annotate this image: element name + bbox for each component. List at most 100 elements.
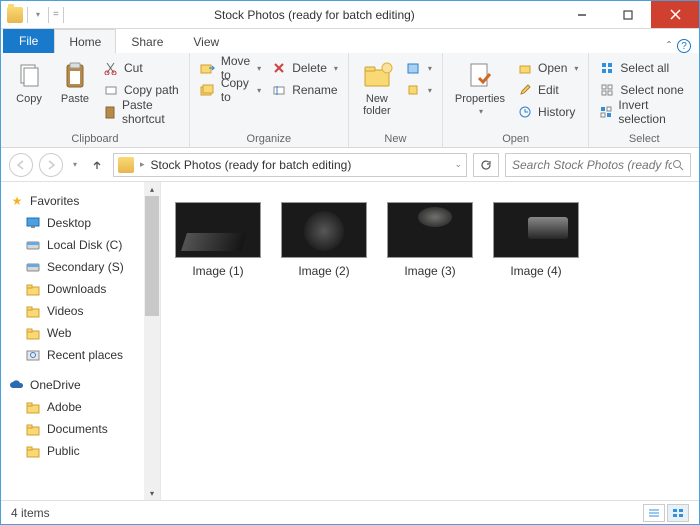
file-item[interactable]: Image (4) bbox=[489, 202, 583, 278]
file-item[interactable]: Image (2) bbox=[277, 202, 371, 278]
nav-item[interactable]: Recent places bbox=[1, 344, 160, 366]
nav-item[interactable]: Desktop bbox=[1, 212, 160, 234]
item-view[interactable]: Image (1) Image (2) Image (3) Image (4) bbox=[161, 182, 699, 500]
breadcrumb-current[interactable]: Stock Photos (ready for batch editing) bbox=[151, 158, 352, 172]
paste-button[interactable]: Paste bbox=[53, 57, 97, 107]
ribbon-tabs: File Home Share View ˆ ? bbox=[1, 29, 699, 53]
nav-item[interactable]: Downloads bbox=[1, 278, 160, 300]
search-input[interactable] bbox=[512, 158, 672, 172]
refresh-button[interactable] bbox=[473, 153, 499, 177]
group-clipboard: Copy Paste Cut Copy path Paste shortcut … bbox=[1, 53, 190, 147]
file-label: Image (3) bbox=[404, 264, 455, 278]
nav-scrollbar[interactable]: ▴ ▾ bbox=[144, 182, 160, 500]
new-item-icon bbox=[405, 60, 421, 76]
copy-to-button[interactable]: Copy to▾ bbox=[196, 79, 265, 101]
properties-icon bbox=[464, 59, 496, 91]
rename-button[interactable]: Rename bbox=[267, 79, 342, 101]
close-button[interactable] bbox=[651, 1, 699, 28]
share-tab[interactable]: Share bbox=[116, 29, 178, 53]
file-tab[interactable]: File bbox=[3, 29, 54, 53]
invert-selection-button[interactable]: Invert selection bbox=[595, 101, 693, 123]
help-icon[interactable]: ? bbox=[677, 39, 691, 53]
nav-item[interactable]: Local Disk (C) bbox=[1, 234, 160, 256]
nav-item[interactable]: Web bbox=[1, 322, 160, 344]
thumbnails-view-button[interactable] bbox=[667, 504, 689, 522]
file-item[interactable]: Image (1) bbox=[171, 202, 265, 278]
cut-icon bbox=[103, 60, 119, 76]
recent-icon bbox=[25, 347, 41, 363]
group-label-new: New bbox=[355, 132, 436, 145]
maximize-button[interactable] bbox=[605, 1, 651, 28]
open-icon bbox=[517, 60, 533, 76]
view-tab[interactable]: View bbox=[178, 29, 234, 53]
nav-item-label: Adobe bbox=[47, 400, 82, 414]
app-icon[interactable] bbox=[7, 7, 23, 23]
new-item-button[interactable]: ▾ bbox=[401, 57, 436, 79]
ribbon: Copy Paste Cut Copy path Paste shortcut … bbox=[1, 53, 699, 148]
desktop-icon bbox=[25, 215, 41, 231]
edit-button[interactable]: Edit bbox=[513, 79, 582, 101]
minimize-button[interactable] bbox=[559, 1, 605, 28]
group-select: Select all Select none Invert selection … bbox=[589, 53, 699, 147]
file-thumbnail bbox=[387, 202, 473, 258]
address-bar-row: ▾ ▸ Stock Photos (ready for batch editin… bbox=[1, 148, 699, 182]
group-label-clipboard: Clipboard bbox=[7, 132, 183, 145]
cut-button[interactable]: Cut bbox=[99, 57, 183, 79]
quick-access-toolbar: ▾ = bbox=[1, 7, 70, 23]
search-icon bbox=[672, 159, 684, 171]
select-none-icon bbox=[599, 82, 615, 98]
scroll-thumb[interactable] bbox=[145, 196, 159, 316]
navigation-pane[interactable]: ★Favorites DesktopLocal Disk (C)Secondar… bbox=[1, 182, 161, 500]
chevron-right-icon[interactable]: ▸ bbox=[140, 159, 145, 170]
file-thumbnail bbox=[281, 202, 367, 258]
delete-button[interactable]: Delete▾ bbox=[267, 57, 342, 79]
folder-icon bbox=[25, 303, 41, 319]
search-box[interactable] bbox=[505, 153, 691, 177]
qat-dropdown-icon[interactable]: ▾ bbox=[32, 10, 44, 19]
nav-item-label: Web bbox=[47, 326, 71, 340]
home-tab[interactable]: Home bbox=[54, 29, 116, 53]
select-all-icon bbox=[599, 60, 615, 76]
paste-icon bbox=[59, 59, 91, 91]
open-button[interactable]: Open▾ bbox=[513, 57, 582, 79]
file-label: Image (1) bbox=[192, 264, 243, 278]
nav-item[interactable]: Public bbox=[1, 440, 160, 462]
new-folder-button[interactable]: New folder bbox=[355, 57, 399, 119]
scroll-down-icon[interactable]: ▾ bbox=[145, 486, 159, 500]
ribbon-options[interactable]: ˆ ? bbox=[659, 39, 699, 53]
content-area: ★Favorites DesktopLocal Disk (C)Secondar… bbox=[1, 182, 699, 500]
address-bar[interactable]: ▸ Stock Photos (ready for batch editing)… bbox=[113, 153, 467, 177]
file-label: Image (2) bbox=[298, 264, 349, 278]
group-label-select: Select bbox=[595, 132, 693, 145]
cloud-icon bbox=[9, 377, 25, 393]
nav-item[interactable]: Videos bbox=[1, 300, 160, 322]
nav-item[interactable]: Documents bbox=[1, 418, 160, 440]
recent-locations-icon[interactable]: ▾ bbox=[69, 160, 81, 169]
nav-item[interactable]: Secondary (S) bbox=[1, 256, 160, 278]
address-dropdown-icon[interactable]: ⌄ bbox=[454, 159, 462, 170]
file-item[interactable]: Image (3) bbox=[383, 202, 477, 278]
forward-button[interactable] bbox=[39, 153, 63, 177]
properties-button[interactable]: Properties ▾ bbox=[449, 57, 511, 118]
details-view-button[interactable] bbox=[643, 504, 665, 522]
scroll-up-icon[interactable]: ▴ bbox=[145, 182, 159, 196]
back-button[interactable] bbox=[9, 153, 33, 177]
history-button[interactable]: History bbox=[513, 101, 582, 123]
select-all-button[interactable]: Select all bbox=[595, 57, 693, 79]
copy-button[interactable]: Copy bbox=[7, 57, 51, 107]
onedrive-header[interactable]: OneDrive bbox=[1, 374, 160, 396]
folder-icon bbox=[25, 443, 41, 459]
item-count: 4 items bbox=[11, 506, 50, 520]
move-to-icon bbox=[200, 60, 216, 76]
up-button[interactable] bbox=[87, 159, 107, 171]
copy-icon bbox=[13, 59, 45, 91]
address-folder-icon bbox=[118, 157, 134, 173]
disk-icon bbox=[25, 259, 41, 275]
edit-icon bbox=[517, 82, 533, 98]
favorites-header[interactable]: ★Favorites bbox=[1, 190, 160, 212]
nav-item[interactable]: Adobe bbox=[1, 396, 160, 418]
easy-access-button[interactable]: ▾ bbox=[401, 79, 436, 101]
history-icon bbox=[517, 104, 533, 120]
paste-shortcut-button[interactable]: Paste shortcut bbox=[99, 101, 183, 123]
minimize-ribbon-icon[interactable]: ˆ bbox=[667, 39, 671, 53]
